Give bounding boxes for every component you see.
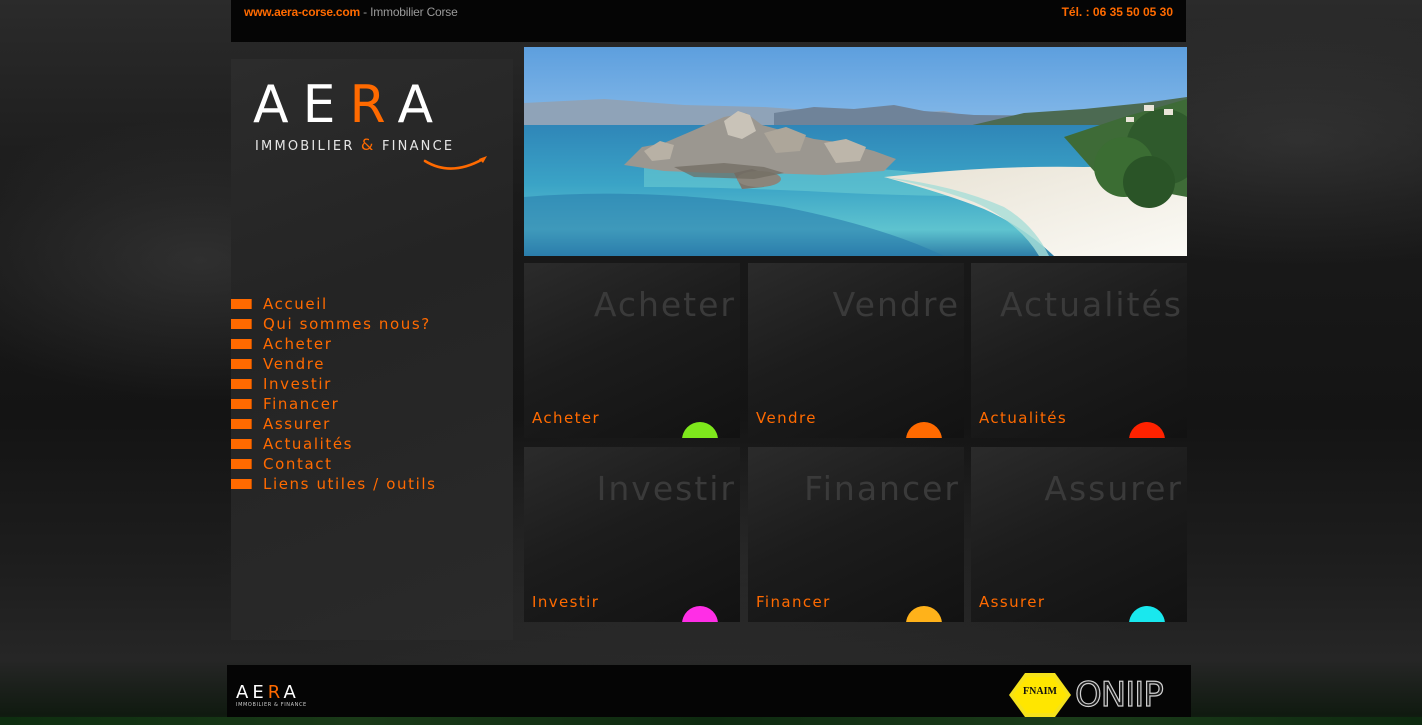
tile-label: Acheter	[532, 409, 601, 427]
logo-sub-amp: &	[360, 135, 376, 154]
phone-value: 06 35 50 05 30	[1092, 5, 1173, 19]
footer-logo-r: R	[267, 682, 284, 703]
nav-item-acheter[interactable]: Acheter	[231, 334, 437, 354]
logo-letter-a2: A	[397, 75, 448, 135]
nav-item-assurer[interactable]: Assurer	[231, 414, 437, 434]
nav-item-liens-utiles[interactable]: Liens utiles / outils	[231, 474, 437, 494]
nav-bullet-icon	[231, 479, 252, 489]
nav-item-label: Qui sommes nous?	[263, 315, 431, 333]
phone-label: Tél. :	[1061, 5, 1093, 19]
tile-acheter[interactable]: Acheter Acheter	[524, 263, 740, 438]
nav-item-actualites[interactable]: Actualités	[231, 434, 437, 454]
tile-ghost-text: Acheter	[593, 285, 736, 324]
tile-ghost-text: Actualités	[1000, 285, 1183, 324]
tile-label: Financer	[756, 593, 831, 611]
tile-ghost-text: Assurer	[1044, 469, 1183, 508]
nav-item-label: Actualités	[263, 435, 354, 453]
nav-item-investir[interactable]: Investir	[231, 374, 437, 394]
nav-item-qui-sommes-nous[interactable]: Qui sommes nous?	[231, 314, 437, 334]
nav-item-vendre[interactable]: Vendre	[231, 354, 437, 374]
nav-bullet-icon	[231, 379, 252, 389]
tile-financer[interactable]: Financer Financer	[748, 447, 964, 622]
tile-dot-icon	[682, 422, 718, 438]
nav-item-label: Investir	[263, 375, 332, 393]
nav-item-financer[interactable]: Financer	[231, 394, 437, 414]
logo-letter-e: E	[302, 75, 350, 135]
footer-logo-right: A	[283, 682, 300, 703]
tile-ghost-text: Vendre	[832, 285, 960, 324]
nav-item-label: Accueil	[263, 295, 328, 313]
nav-item-contact[interactable]: Contact	[231, 454, 437, 474]
bottom-background-strip	[0, 717, 1422, 725]
logo-sub-left: IMMOBILIER	[255, 139, 361, 154]
site-url-link[interactable]: www.aera-corse.com	[244, 5, 360, 19]
fnaim-logo[interactable]: FNAIM	[1009, 671, 1071, 719]
nav-item-label: Liens utiles / outils	[263, 475, 437, 493]
hero-beach-image	[524, 47, 1187, 256]
tile-actualites[interactable]: Actualités Actualités	[971, 263, 1187, 438]
footer-logo-wordmark: AERA	[236, 683, 300, 703]
tile-investir[interactable]: Investir Investir	[524, 447, 740, 622]
tile-label: Actualités	[979, 409, 1068, 427]
footer: AERA IMMOBILIER & FINANCE FNAIM ONIIP	[227, 665, 1191, 717]
tile-dot-icon	[1129, 606, 1165, 622]
onip-text: ONIIP	[1074, 674, 1164, 715]
nav-bullet-icon	[231, 299, 252, 309]
fnaim-text: FNAIM	[1023, 686, 1057, 697]
nav-item-label: Assurer	[263, 415, 331, 433]
logo-wordmark: AERA	[253, 77, 488, 133]
nav-bullet-icon	[231, 439, 252, 449]
nav-bullet-icon	[231, 459, 252, 469]
main-nav: Accueil Qui sommes nous? Acheter Vendre …	[231, 294, 437, 494]
nav-bullet-icon	[231, 419, 252, 429]
nav-item-label: Vendre	[263, 355, 326, 373]
tile-assurer[interactable]: Assurer Assurer	[971, 447, 1187, 622]
nav-item-label: Financer	[263, 395, 340, 413]
tile-ghost-text: Investir	[596, 469, 736, 508]
site-url[interactable]: www.aera-corse.com - Immobilier Corse	[244, 5, 458, 19]
tile-vendre[interactable]: Vendre Vendre	[748, 263, 964, 438]
nav-item-accueil[interactable]: Accueil	[231, 294, 437, 314]
tile-label: Investir	[532, 593, 600, 611]
aera-logo[interactable]: AERA IMMOBILIER & FINANCE	[253, 77, 493, 177]
nav-bullet-icon	[231, 339, 252, 349]
phone-number: Tél. : 06 35 50 05 30	[1062, 5, 1173, 19]
logo-swoosh-icon	[423, 156, 487, 170]
footer-logo-left: AE	[236, 682, 268, 703]
logo-letter-a: A	[253, 75, 303, 135]
footer-logo-subtitle: IMMOBILIER & FINANCE	[236, 702, 307, 708]
logo-subtitle: IMMOBILIER & FINANCE	[255, 135, 495, 154]
nav-item-label: Acheter	[263, 335, 333, 353]
site-separator: -	[360, 5, 371, 19]
tile-dot-icon	[1129, 422, 1165, 438]
tile-label: Assurer	[979, 593, 1046, 611]
footer-aera-logo[interactable]: AERA IMMOBILIER & FINANCE	[236, 683, 316, 713]
nav-bullet-icon	[231, 399, 252, 409]
tile-dot-icon	[906, 606, 942, 622]
nav-bullet-icon	[231, 319, 252, 329]
site-tagline: Immobilier Corse	[370, 5, 458, 19]
tile-dot-icon	[906, 422, 942, 438]
top-bar: www.aera-corse.com - Immobilier Corse Té…	[231, 0, 1186, 42]
tile-label: Vendre	[756, 409, 817, 427]
logo-letter-r: R	[349, 75, 398, 135]
logo-sub-right: FINANCE	[375, 139, 455, 154]
beach-photo	[524, 47, 1187, 256]
nav-item-label: Contact	[263, 455, 333, 473]
sidebar: AERA IMMOBILIER & FINANCE Accueil Qui so…	[231, 59, 513, 640]
tile-dot-icon	[682, 606, 718, 622]
onip-logo[interactable]: ONIIP	[1073, 674, 1183, 717]
nav-bullet-icon	[231, 359, 252, 369]
tile-ghost-text: Financer	[804, 469, 960, 508]
